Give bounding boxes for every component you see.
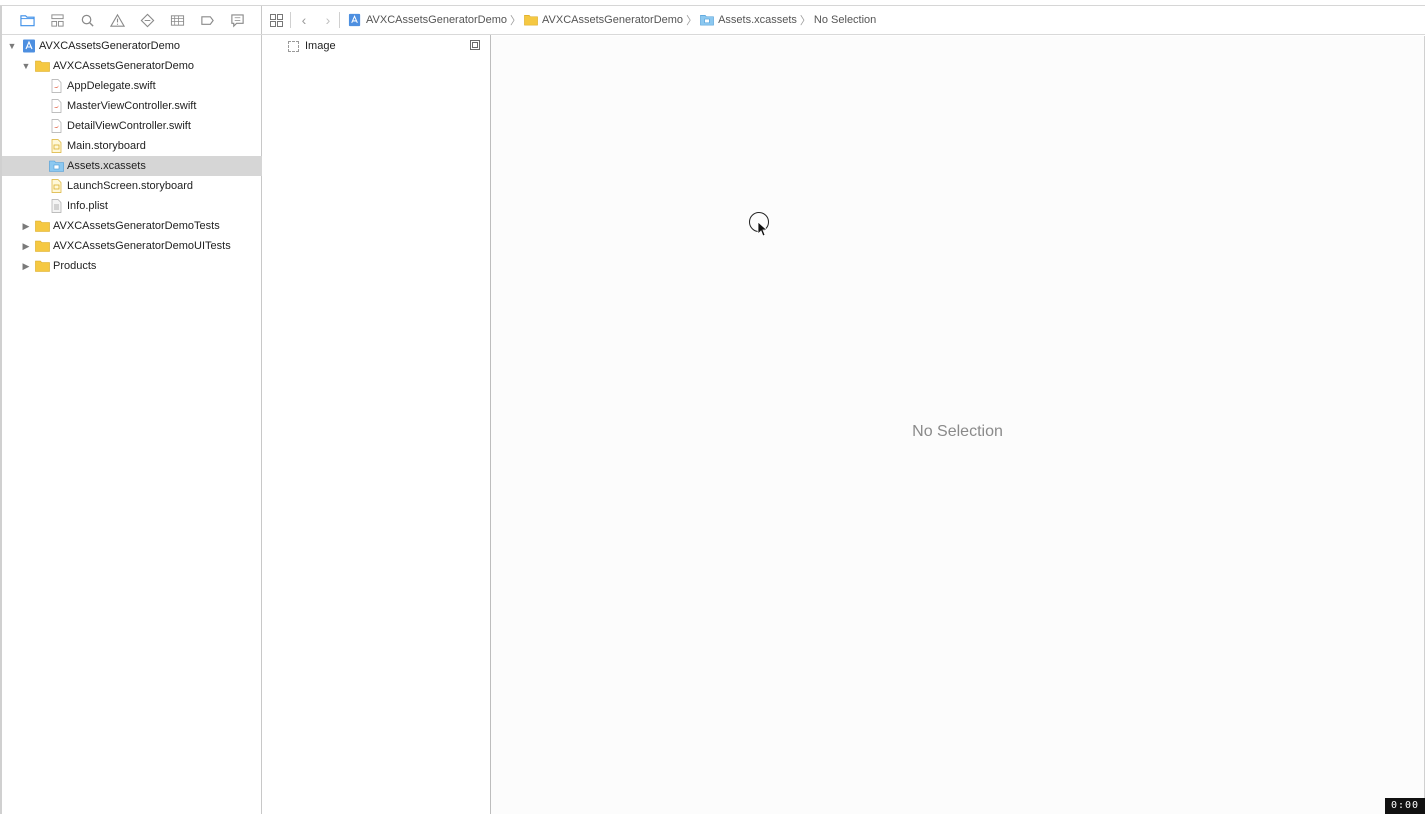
tree-row-file-selected[interactable]: Assets.xcassets (2, 156, 262, 176)
disclosure-open-icon[interactable]: ▼ (21, 56, 31, 76)
breadcrumb-file[interactable]: Assets.xcassets (700, 13, 797, 27)
folder-icon (35, 260, 50, 272)
tree-row-group[interactable]: ▶ AVXCAssetsGeneratorDemoTests (2, 216, 262, 236)
breadcrumb-label: Assets.xcassets (718, 14, 797, 26)
related-items-button[interactable] (262, 13, 290, 27)
tree-row-label: AppDelegate.swift (67, 80, 156, 92)
breadcrumb-label: No Selection (813, 14, 877, 26)
asset-editor: No Selection (491, 36, 1425, 814)
file-tree: ▼ AVXCAssetsGeneratorDemo ▼ AVXCAssetsGe… (2, 36, 262, 276)
symbol-navigator-tab[interactable] (46, 10, 68, 30)
folder-icon (35, 220, 50, 232)
storyboard-file-icon (51, 139, 62, 153)
tree-row-label: Info.plist (67, 200, 108, 212)
asset-catalog-list: Image (262, 6, 491, 814)
no-selection-placeholder: No Selection (912, 423, 1003, 440)
tree-row-label: DetailViewController.swift (67, 120, 191, 132)
image-placeholder-icon (288, 40, 299, 52)
hierarchy-icon (50, 13, 64, 27)
report-navigator-tab[interactable] (226, 10, 248, 30)
warning-icon (109, 13, 125, 27)
tree-row-label: AVXCAssetsGeneratorDemo (39, 40, 181, 52)
forward-button[interactable]: › (317, 12, 339, 28)
tree-row-label: Products (53, 260, 97, 272)
tree-row-label: AVXCAssetsGeneratorDemoUITests (53, 240, 231, 252)
tree-row-file[interactable]: MasterViewController.swift (2, 96, 262, 116)
swift-file-icon (51, 79, 62, 93)
tree-row-label: AVXCAssetsGeneratorDemoTests (53, 220, 220, 232)
tree-row-file[interactable]: Info.plist (2, 196, 262, 216)
folder-icon (524, 15, 538, 26)
report-icon (230, 13, 244, 27)
swift-file-icon (51, 99, 62, 113)
debug-navigator-tab[interactable] (166, 10, 188, 30)
tree-row-group[interactable]: ▼ AVXCAssetsGeneratorDemo (2, 56, 262, 76)
tree-row-file[interactable]: LaunchScreen.storyboard (2, 176, 262, 196)
tree-row-group[interactable]: ▶ Products (2, 256, 262, 276)
tree-row-file[interactable]: AppDelegate.swift (2, 76, 262, 96)
tree-row-label: MasterViewController.swift (67, 100, 197, 112)
disclosure-closed-icon[interactable]: ▶ (21, 216, 31, 236)
mouse-pointer-icon (757, 221, 769, 237)
project-navigator: ▼ AVXCAssetsGeneratorDemo ▼ AVXCAssetsGe… (0, 6, 262, 814)
breadcrumb-label: AVXCAssetsGeneratorDemo (542, 14, 684, 26)
navigator-selector-bar (2, 6, 262, 35)
tree-row-file[interactable]: DetailViewController.swift (2, 116, 262, 136)
jumpbar-divider (339, 12, 340, 28)
tree-row-label: Assets.xcassets (67, 160, 146, 172)
diamond-icon (140, 13, 154, 27)
breadcrumb-separator: 〉 (686, 15, 698, 27)
swift-file-icon (51, 119, 62, 133)
back-button[interactable]: ‹ (291, 12, 317, 28)
tree-row-label: Main.storyboard (67, 140, 146, 152)
tests-icon (170, 14, 184, 26)
search-icon (81, 14, 94, 27)
tree-row-label: AVXCAssetsGeneratorDemo (53, 60, 195, 72)
chevron-left-icon: ‹ (301, 12, 307, 28)
show-slots-icon[interactable] (470, 40, 480, 50)
tree-row-group[interactable]: ▶ AVXCAssetsGeneratorDemoUITests (2, 236, 262, 256)
grid-icon (269, 13, 283, 27)
disclosure-open-icon[interactable]: ▼ (7, 36, 17, 56)
breadcrumb-separator: 〉 (510, 15, 522, 27)
tree-row-project[interactable]: ▼ AVXCAssetsGeneratorDemo (2, 36, 262, 56)
project-icon (23, 39, 35, 53)
asset-item[interactable]: Image (288, 38, 336, 54)
plist-file-icon (51, 199, 62, 213)
issue-navigator-tab[interactable] (106, 10, 128, 30)
breakpoint-icon (200, 15, 214, 25)
folder-icon (19, 14, 35, 26)
tree-row-file[interactable]: Main.storyboard (2, 136, 262, 156)
disclosure-closed-icon[interactable]: ▶ (21, 256, 31, 276)
xcassets-icon (700, 15, 714, 26)
breadcrumb-project[interactable]: AVXCAssetsGeneratorDemo (348, 13, 507, 27)
storyboard-file-icon (51, 179, 62, 193)
recording-timer: 0:00 (1385, 798, 1425, 814)
project-navigator-tab[interactable] (16, 10, 38, 30)
chevron-right-icon: › (325, 12, 331, 28)
xcassets-icon (49, 160, 64, 172)
find-navigator-tab[interactable] (76, 10, 98, 30)
project-icon (348, 13, 361, 27)
breadcrumb-group[interactable]: AVXCAssetsGeneratorDemo (524, 13, 683, 27)
tree-row-label: LaunchScreen.storyboard (67, 180, 193, 192)
jump-bar: ‹ › AVXCAssetsGeneratorDemo 〉 AVXCAssets… (262, 6, 1425, 35)
breakpoint-navigator-tab[interactable] (196, 10, 218, 30)
test-navigator-tab[interactable] (136, 10, 158, 30)
disclosure-closed-icon[interactable]: ▶ (21, 236, 31, 256)
breadcrumb-selection[interactable]: No Selection (814, 14, 876, 26)
folder-icon (35, 60, 50, 72)
breadcrumb-separator: 〉 (799, 15, 811, 27)
folder-icon (35, 240, 50, 252)
breadcrumb-label: AVXCAssetsGeneratorDemo (366, 14, 508, 26)
asset-item-label: Image (305, 40, 336, 52)
